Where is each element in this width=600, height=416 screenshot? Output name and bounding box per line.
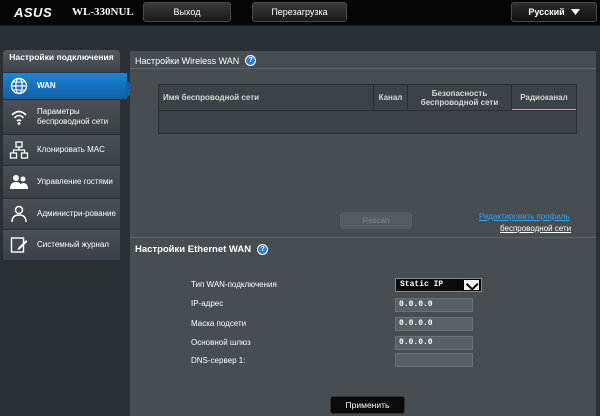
top-bar: ASUS WL-330NUL Выход Перезагрузка Русски… [0, 0, 600, 26]
ethernet-wan-section-title: Настройки Ethernet WAN ? [135, 244, 269, 255]
sidebar-item-wan[interactable]: WAN [3, 73, 135, 99]
network-icon [9, 141, 29, 159]
column-header-signal[interactable]: Радиоканал [512, 85, 576, 110]
sidebar-item-label: Системный журнал [37, 240, 109, 249]
sidebar-item-label: WAN [37, 81, 56, 90]
admin-icon [11, 205, 27, 223]
wireless-wan-section-title: Настройки Wireless WAN ? [135, 55, 257, 66]
log-icon [10, 237, 28, 253]
subnet-mask-input[interactable]: 0.0.0.0 [395, 317, 473, 331]
wan-type-label: Тип WAN-подключения [191, 280, 277, 289]
column-header-channel[interactable]: Канал [374, 85, 408, 110]
guests-icon [10, 175, 28, 189]
sidebar-title: Настройки подключения [3, 50, 120, 72]
ethernet-wan-title: Настройки Ethernet WAN [135, 244, 252, 255]
apply-button[interactable]: Применить [330, 396, 405, 414]
wifi-icon [11, 110, 27, 125]
sidebar-item-label: Управление гостями [37, 177, 113, 186]
section-divider [130, 68, 596, 69]
help-icon[interactable]: ? [257, 244, 269, 255]
globe-icon [10, 77, 28, 95]
sidebar-item-label: Клонировать MAC [37, 145, 105, 154]
wan-type-value: Static IP [400, 280, 444, 289]
sidebar: Настройки подключения WAN Параметры бесп… [3, 50, 135, 260]
chevron-down-icon [570, 9, 580, 15]
subnet-mask-label: Маска подсети [191, 319, 247, 328]
dns-server-label: DNS-сервер 1: [191, 356, 246, 365]
model-name: WL-330NUL [72, 6, 134, 18]
sidebar-item-syslog[interactable]: Системный журнал [3, 230, 120, 260]
edit-profile-link[interactable]: Редактировать профиль [479, 212, 570, 221]
column-header-security[interactable]: Безопасность беспроводной сети [408, 85, 512, 110]
sidebar-item-clone-mac[interactable]: Клонировать MAC [3, 135, 120, 165]
reboot-button[interactable]: Перезагрузка [252, 2, 347, 22]
ip-address-input[interactable]: 0.0.0.0 [395, 298, 473, 312]
ip-address-label: IP-адрес [191, 299, 224, 308]
gateway-input[interactable]: 0.0.0.0 [395, 336, 473, 350]
sidebar-item-guests[interactable]: Управление гостями [3, 166, 120, 198]
section-divider [130, 237, 596, 238]
sidebar-item-label: Параметры беспроводной сети [37, 107, 109, 126]
logout-button[interactable]: Выход [143, 2, 231, 22]
gateway-label: Основной шлюз [191, 338, 251, 347]
wan-type-select[interactable]: Static IP [395, 278, 482, 292]
sidebar-item-admin[interactable]: Администри-рование [3, 199, 120, 229]
main-panel: Настройки Wireless WAN ? Имя беспроводно… [130, 51, 596, 416]
table-divider [159, 110, 576, 111]
help-icon[interactable]: ? [245, 55, 257, 66]
column-header-ssid[interactable]: Имя беспроводной сети [159, 85, 374, 110]
chevron-down-icon [463, 279, 480, 291]
language-select[interactable]: Русский [511, 2, 597, 22]
sidebar-item-wireless[interactable]: Параметры беспроводной сети [3, 100, 120, 134]
edit-profile-link-line2[interactable]: беспроводной сети [500, 224, 571, 233]
wireless-wan-title: Настройки Wireless WAN [135, 55, 240, 66]
dns-server-input[interactable] [395, 353, 473, 367]
sidebar-item-label: Администри-рование [37, 209, 116, 218]
wireless-networks-table: Имя беспроводной сети Канал Безопасность… [158, 84, 577, 134]
asus-logo: ASUS [14, 5, 53, 20]
language-label: Русский [528, 7, 565, 17]
rescan-button[interactable]: Rescan [340, 212, 412, 229]
